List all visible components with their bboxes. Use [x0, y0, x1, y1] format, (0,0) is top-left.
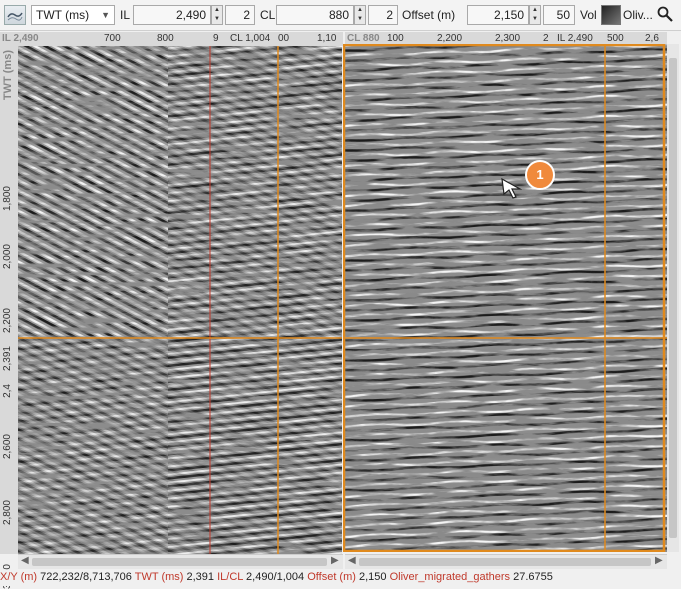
- scroll-thumb[interactable]: [359, 558, 651, 566]
- y-tick: 2,000: [2, 244, 13, 270]
- scroll-right-icon[interactable]: ▶: [331, 555, 339, 566]
- x-tick: 00: [278, 33, 290, 44]
- status-twt-value: 2,391: [186, 571, 215, 583]
- x-tick: 2: [543, 33, 549, 44]
- volume-name[interactable]: Oliv...: [623, 8, 653, 22]
- status-ilcl-value: 2,490/1,004: [246, 571, 305, 583]
- x-tick: 2,200: [437, 33, 463, 44]
- cl-input[interactable]: 880: [276, 5, 354, 25]
- il-section-title: IL 2,490: [2, 33, 39, 44]
- cl-step-input[interactable]: 2: [368, 5, 398, 25]
- cl-label: CL: [260, 8, 276, 22]
- status-bar: X/Y (m) 722,232/8,713,706 TWT (ms) 2,391…: [0, 570, 681, 586]
- chevron-down-icon: ▼: [101, 10, 110, 20]
- cl-horizontal-scrollbar[interactable]: ◀ ▶: [345, 554, 667, 569]
- annotation-badge: 1: [525, 160, 555, 190]
- status-twt-label: TWT (ms): [134, 571, 184, 583]
- x-tick: 800: [157, 33, 174, 44]
- cursor-arrow-icon: [501, 177, 522, 199]
- x-tick: 9: [213, 33, 219, 44]
- offset-spinner[interactable]: ▲ ▼: [529, 5, 541, 25]
- il-label: IL: [120, 8, 131, 22]
- scroll-left-icon[interactable]: ◀: [348, 555, 356, 566]
- domain-select[interactable]: TWT (ms) ▼: [31, 5, 115, 25]
- seismic-view-icon[interactable]: [4, 5, 26, 25]
- il-input[interactable]: 2,490: [133, 5, 211, 25]
- y-tick: 2,800: [2, 500, 13, 526]
- twt-axis-label: TWT (ms): [2, 50, 14, 101]
- x-tick: 2,6: [645, 33, 659, 44]
- y-tick: 2,200: [2, 308, 13, 334]
- twt-axis: TWT (ms) 1,800 2,000 2,200 2,391 2,4 2,6…: [0, 46, 18, 589]
- status-xy-label: X/Y (m): [0, 571, 38, 583]
- vol-label: Vol: [580, 8, 597, 22]
- scroll-thumb[interactable]: [32, 558, 327, 566]
- y-tick: 1,800: [2, 186, 13, 212]
- cl-marker-label: CL 1,004: [230, 33, 271, 44]
- status-volume-value: 27.6755: [513, 571, 553, 583]
- x-tick: 2,300: [495, 33, 521, 44]
- volume-icon[interactable]: [601, 5, 621, 25]
- scroll-right-icon[interactable]: ▶: [655, 555, 663, 566]
- status-offset-value: 2,150: [359, 571, 387, 583]
- y-tick: 2,4: [2, 384, 13, 398]
- cl-vertical-scrollbar[interactable]: [667, 44, 679, 552]
- il-step-input[interactable]: 2: [225, 5, 255, 25]
- toolbar: TWT (ms) ▼ IL 2,490 ▲ ▼ 2 CL 880 ▲ ▼ 2 Off…: [0, 0, 681, 31]
- offset-input[interactable]: 2,150: [467, 5, 529, 25]
- y-tick: 2,391: [2, 346, 13, 372]
- status-xy-value: 722,232/8,713,706: [40, 571, 132, 583]
- y-tick: 2,600: [2, 434, 13, 460]
- x-tick: 100: [387, 33, 404, 44]
- il-horizontal-scrollbar[interactable]: ◀ ▶: [18, 554, 343, 569]
- status-ilcl-label: IL/CL: [217, 571, 243, 583]
- x-tick: 700: [104, 33, 121, 44]
- offset-label: Offset (m): [402, 8, 456, 22]
- offset-step-input[interactable]: 50: [543, 5, 575, 25]
- il-section-header: IL 2,490 700 800 9 CL 1,004 00 1,10: [0, 32, 343, 46]
- x-tick: 1,10: [317, 33, 337, 44]
- scroll-left-icon[interactable]: ◀: [21, 555, 29, 566]
- x-tick: 500: [607, 33, 624, 44]
- domain-select-value: TWT (ms): [36, 8, 90, 22]
- cl-section-title: CL 880: [347, 33, 380, 44]
- il-spinner[interactable]: ▲ ▼: [211, 5, 223, 25]
- cl-spinner[interactable]: ▲ ▼: [354, 5, 366, 25]
- scroll-thumb[interactable]: [669, 58, 677, 538]
- il-seismic-section[interactable]: [18, 46, 342, 554]
- cl-seismic-section[interactable]: [343, 44, 667, 552]
- search-icon[interactable]: [657, 6, 673, 22]
- il-marker-label: IL 2,490: [557, 33, 593, 44]
- status-offset-label: Offset (m): [307, 571, 356, 583]
- status-volume-name: Oliver_migrated_gathers: [389, 571, 511, 583]
